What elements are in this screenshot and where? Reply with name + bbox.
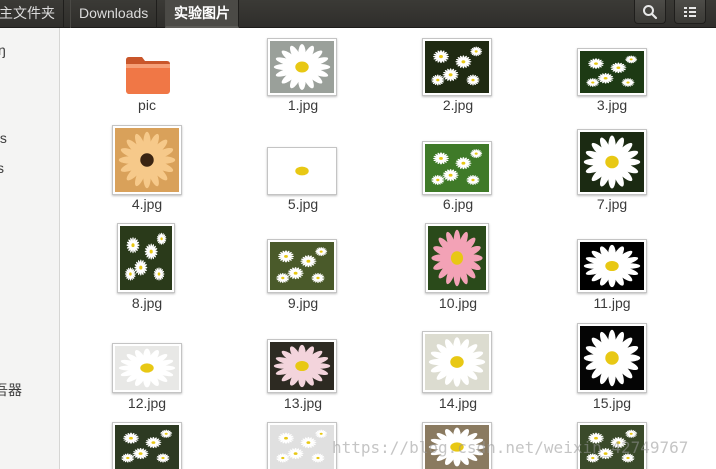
folder-icon (124, 54, 172, 96)
search-button[interactable] (634, 0, 666, 24)
file-name-label: pic (138, 97, 156, 113)
file-name-label: 13.jpg (283, 395, 323, 411)
file-name-label: 7.jpg (596, 196, 628, 212)
file-name-label: 14.jpg (438, 395, 478, 411)
file-name-label: 6.jpg (442, 196, 474, 212)
image-thumbnail (577, 48, 647, 96)
image-thumbnail (422, 141, 492, 195)
image-thumbnail (425, 223, 489, 293)
image-thumbnail (422, 331, 492, 393)
image-thumbnail (117, 223, 175, 293)
sidebar: ŋ ts s 吾器 (0, 28, 60, 469)
file-name-label: 5.jpg (287, 196, 319, 212)
image-thumbnail (267, 38, 337, 96)
image-thumbnail (422, 38, 492, 96)
header-bar: 主文件夹 Downloads 实验图片 (0, 0, 716, 28)
image-thumbnail (577, 239, 647, 293)
image-thumbnail (112, 343, 182, 393)
sidebar-item-1[interactable]: ŋ (0, 42, 6, 58)
sidebar-item-4[interactable]: 吾器 (0, 380, 22, 400)
file-name-label: 10.jpg (438, 295, 478, 311)
image-thumbnail (112, 422, 182, 469)
search-icon (643, 4, 658, 19)
file-name-label: 9.jpg (287, 295, 319, 311)
breadcrumb-downloads[interactable]: Downloads (70, 0, 158, 28)
file-name-label: 2.jpg (442, 97, 474, 113)
file-grid: pic 1.jpg 2.jpg 3.jpg 4.jpg 5.jpg 6.jpg 7.jpg 8.… (61, 28, 716, 469)
sidebar-item-3[interactable]: s (0, 160, 4, 176)
file-name-label: 15.jpg (592, 395, 632, 411)
file-name-label: 8.jpg (131, 295, 163, 311)
image-thumbnail (577, 323, 647, 393)
watermark: https://blog.csdn.net/weixin_42749767 (332, 438, 689, 457)
file-name-label: 1.jpg (287, 97, 319, 113)
view-toggle-button[interactable] (674, 0, 706, 24)
file-name-label: 12.jpg (127, 395, 167, 411)
image-thumbnail (267, 422, 337, 469)
file-name-label: 3.jpg (596, 97, 628, 113)
image-thumbnail (267, 147, 337, 195)
list-view-icon (684, 6, 696, 17)
image-thumbnail (112, 125, 182, 195)
image-thumbnail (267, 339, 337, 393)
sidebar-item-2[interactable]: ts (0, 130, 7, 146)
image-thumbnail (577, 129, 647, 195)
breadcrumb-home[interactable]: 主文件夹 (0, 0, 64, 28)
file-name-label: 4.jpg (131, 196, 163, 212)
file-name-label: 11.jpg (593, 295, 631, 311)
breadcrumb-current[interactable]: 实验图片 (165, 0, 239, 28)
image-thumbnail (267, 239, 337, 293)
